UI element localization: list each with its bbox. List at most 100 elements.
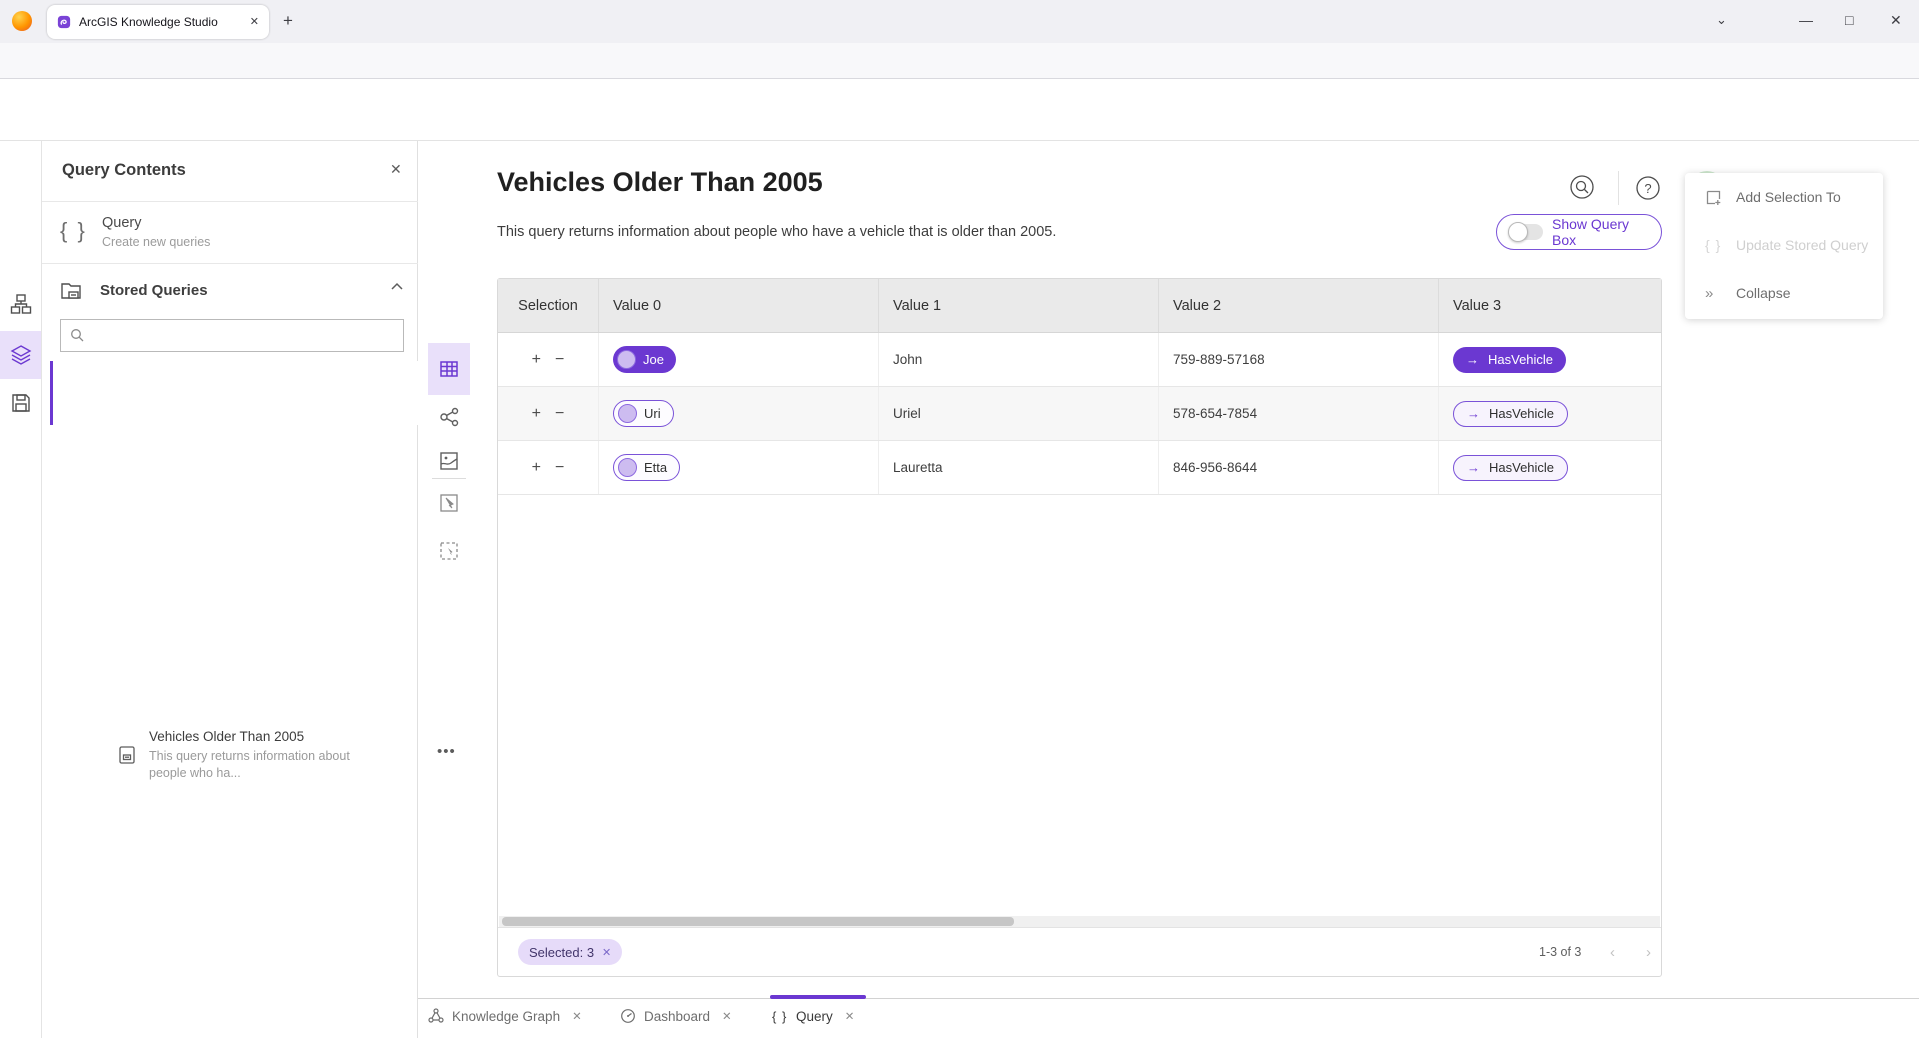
query-create-item[interactable]: { } Query Create new queries [42,201,418,264]
braces-icon: { } [1705,237,1722,254]
chevron-up-icon[interactable] [390,280,404,294]
cell-value2: 846-956-8644 [1159,441,1439,494]
toggle-knob[interactable] [1508,222,1528,242]
query-contents-panel [42,141,418,1038]
map-tool-icon[interactable] [438,450,460,472]
relationship-pill[interactable]: →HasVehicle [1453,455,1568,481]
table-row[interactable]: + − Etta Lauretta 846-956-8644 →HasVehic… [498,441,1661,495]
arrow-right-icon: → [1467,460,1480,475]
menu-item-add-selection-to[interactable]: Add Selection To [1685,173,1883,221]
toggle-label: Show Query Box [1552,216,1649,248]
horizontal-scrollbar[interactable] [499,916,1660,927]
save-icon[interactable] [10,392,32,414]
show-query-box-toggle[interactable]: Show Query Box [1496,214,1662,250]
tab-title: ArcGIS Knowledge Studio [79,15,242,29]
relationship-pill[interactable]: →HasVehicle [1453,401,1568,427]
stored-queries-folder-icon [60,279,82,301]
page-title: Vehicles Older Than 2005 [497,167,823,198]
stored-query-list-item[interactable]: Vehicles Older Than 2005 This query retu… [50,361,418,425]
entity-avatar [617,350,636,369]
query-item-title: Query [102,215,142,231]
stored-queries-search[interactable] [60,319,404,352]
table-row[interactable]: + − Joe John 759-889-57168 →HasVehicle [498,333,1661,387]
scrollbar-thumb[interactable] [502,917,1014,926]
tab-close-icon[interactable]: ✕ [572,1009,582,1023]
link-chart-tool-icon[interactable] [438,406,460,428]
search-icon[interactable] [1568,173,1598,203]
toggle-track[interactable] [1509,224,1543,240]
column-header-value2[interactable]: Value 2 [1159,279,1439,332]
tab-knowledge-graph[interactable]: Knowledge Graph ✕ [428,1008,582,1024]
table-row[interactable]: + − Uri Uriel 578-654-7854 →HasVehicle [498,387,1661,441]
knowledge-graph-icon [428,1008,444,1024]
selected-count-chip[interactable]: Selected: 3 ✕ [518,939,622,965]
new-tab-button[interactable]: + [283,12,293,29]
double-chevron-right-icon: » [1705,285,1722,302]
svg-text:?: ? [1644,181,1651,196]
relationship-pill[interactable]: →HasVehicle [1453,347,1566,373]
entity-pill[interactable]: Etta [613,454,680,481]
selection-box-tool-icon[interactable] [438,540,460,562]
select-tool-icon[interactable] [438,492,460,514]
tab-dashboard[interactable]: Dashboard ✕ [620,1008,732,1024]
view-table-tool-selected[interactable] [428,343,470,395]
page-previous-icon[interactable]: ‹ [1610,944,1615,961]
window-minimize-button[interactable]: — [1799,12,1813,28]
column-header-selection[interactable]: Selection [498,279,599,332]
results-table-card: Selection Value 0 Value 1 Value 2 Value … [497,278,1662,977]
window-maximize-button[interactable]: □ [1845,12,1853,28]
stored-queries-search-input[interactable] [93,328,394,343]
contents-layers-tab-selected[interactable] [0,331,41,379]
cell-value1: Uriel [879,387,1159,440]
tab-close-icon[interactable]: ✕ [722,1009,732,1023]
panel-close-icon[interactable]: ✕ [390,161,402,178]
selection-context-menu: Add Selection To { } Update Stored Query… [1685,173,1883,319]
help-icon[interactable]: ? [1633,173,1663,203]
column-header-value1[interactable]: Value 1 [879,279,1159,332]
tab-query-active[interactable]: { } Query ✕ [772,1008,854,1024]
header-divider [1618,171,1619,205]
entity-pill[interactable]: Uri [613,400,674,427]
add-to-selection-icon[interactable]: + [532,405,541,423]
panel-title: Query Contents [62,161,186,180]
page-description: This query returns information about peo… [497,224,1056,240]
list-tabs-icon[interactable]: ⌄ [1716,13,1727,26]
layers-icon [10,344,32,366]
browser-toolbar: ← → ⟳ https://dev0028833.esri.com/portal… [0,43,1919,79]
cell-value2: 578-654-7854 [1159,387,1439,440]
add-to-selection-icon[interactable]: + [532,351,541,369]
remove-from-selection-icon[interactable]: − [555,405,564,423]
stored-query-item-desc: This query returns information about peo… [149,748,361,782]
data-model-sitemap-icon[interactable] [10,293,32,315]
more-options-icon[interactable]: ••• [437,743,456,760]
firefox-icon[interactable] [12,11,32,31]
menu-item-update-stored-query[interactable]: { } Update Stored Query [1685,221,1883,269]
remove-from-selection-icon[interactable]: − [555,351,564,369]
clear-selection-icon[interactable]: ✕ [602,946,611,959]
add-to-selection-icon[interactable]: + [532,459,541,477]
browser-tab[interactable]: ArcGIS Knowledge Studio ✕ [47,5,269,39]
stored-query-doc-icon [117,745,137,765]
remove-from-selection-icon[interactable]: − [555,459,564,477]
left-icon-rail: » [0,141,42,1038]
column-header-value3[interactable]: Value 3 [1439,279,1661,332]
arrow-right-icon: → [1466,352,1479,367]
page-next-icon[interactable]: › [1646,944,1651,961]
menu-item-collapse[interactable]: » Collapse [1685,269,1883,317]
table-footer: Selected: 3 ✕ 1-3 of 3 ‹ › [498,927,1661,976]
app-header: Certification Project ? PL publisher2 la… [0,79,1919,141]
entity-avatar [618,458,637,477]
dashboard-gauge-icon [620,1008,636,1024]
column-header-value0[interactable]: Value 0 [599,279,879,332]
tool-rail-divider [432,478,466,479]
query-item-subtitle: Create new queries [102,235,210,249]
entity-pill[interactable]: Joe [613,346,676,373]
add-selection-icon [1705,189,1722,206]
table-icon [438,358,460,380]
table-header-row: Selection Value 0 Value 1 Value 2 Value … [498,279,1661,333]
tab-close-icon[interactable]: ✕ [250,17,259,28]
tab-close-icon[interactable]: ✕ [845,1009,855,1023]
window-close-button[interactable]: ✕ [1890,12,1902,29]
favicon-knowledge-studio [57,15,71,29]
pagination-range: 1-3 of 3 [1539,945,1581,959]
